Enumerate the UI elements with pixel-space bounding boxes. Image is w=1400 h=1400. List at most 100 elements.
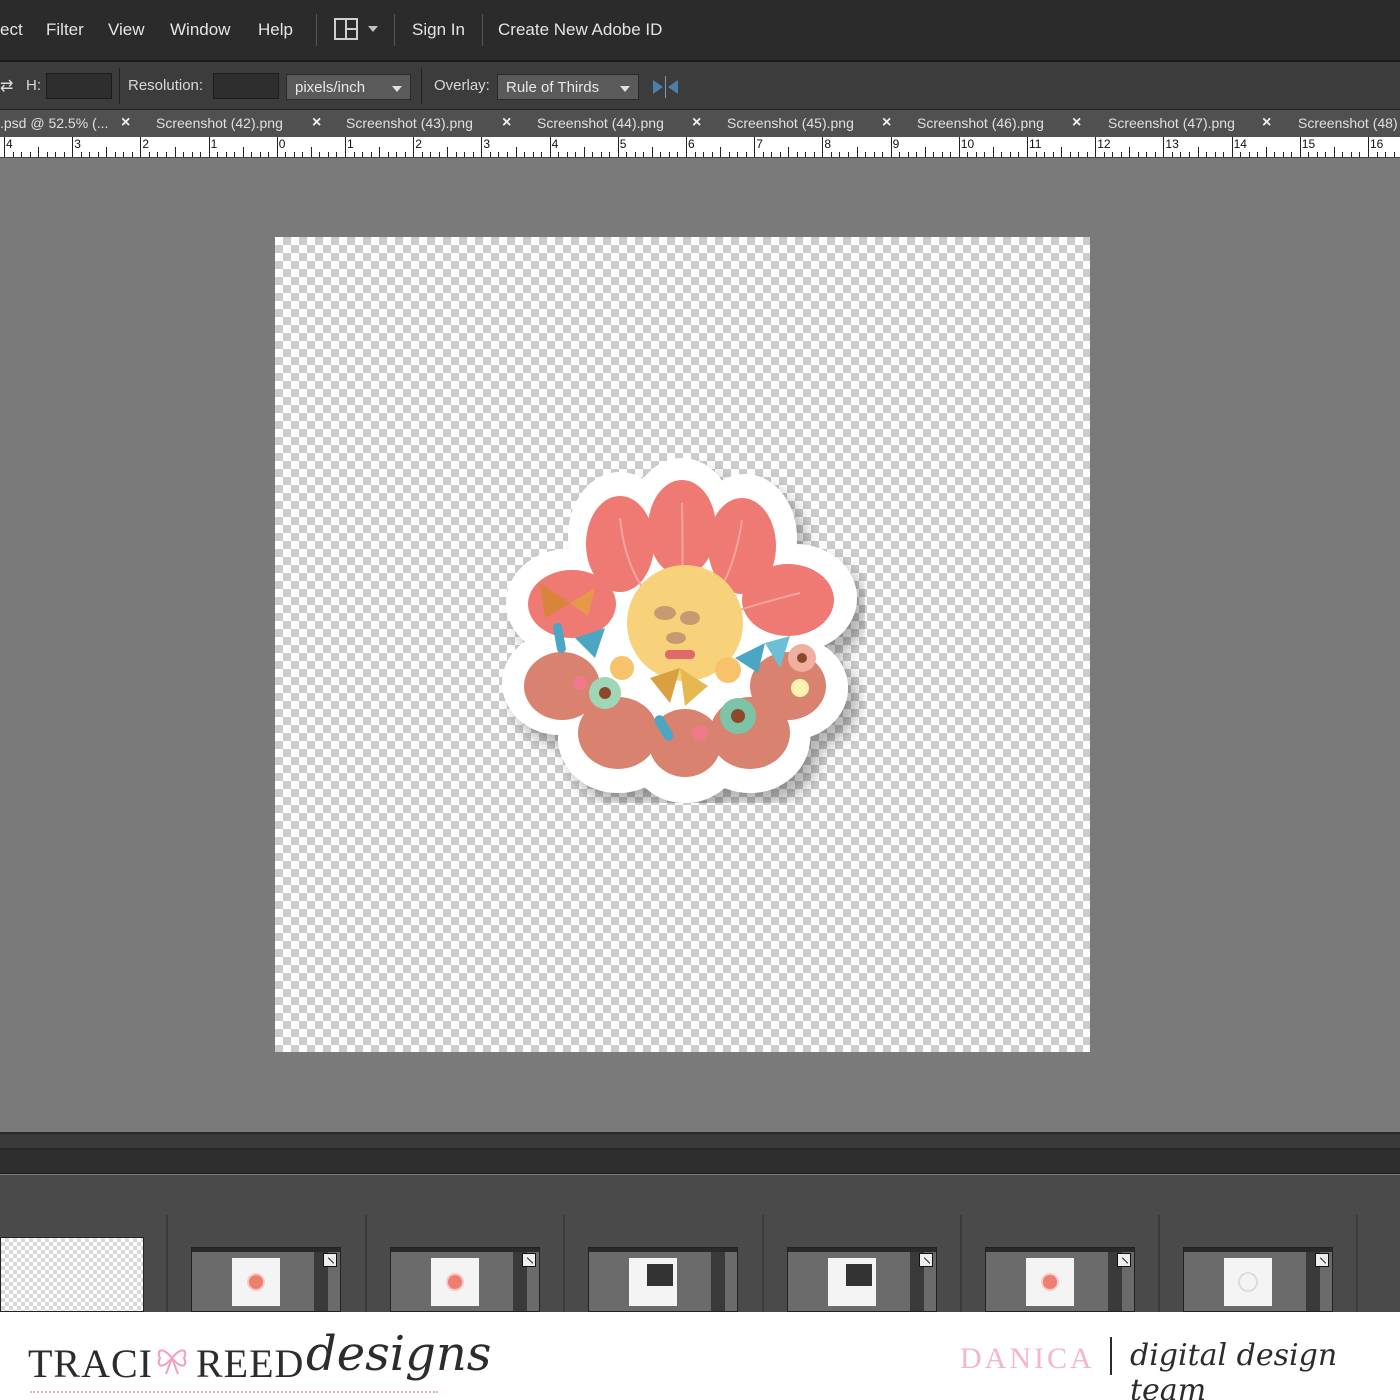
ruler-minor-tick xyxy=(532,152,534,157)
ruler-label: 4 xyxy=(6,137,13,151)
ruler-minor-tick xyxy=(259,152,261,157)
ruler-minor-tick xyxy=(89,152,91,157)
tab-label: Screenshot (48) xyxy=(1298,115,1398,131)
ruler-minor-tick xyxy=(1018,152,1020,157)
tab-document-psd[interactable]: .psd @ 52.5% (... × xyxy=(0,110,141,137)
ruler-minor-tick xyxy=(1214,152,1216,157)
ruler-minor-tick xyxy=(1146,152,1148,157)
ruler-minor-tick xyxy=(251,152,253,157)
tab-screenshot-46[interactable]: Screenshot (46).png × xyxy=(917,110,1097,137)
ruler-minor-tick xyxy=(541,152,543,157)
ruler-major-tick xyxy=(276,137,278,157)
flip-crop-icon[interactable] xyxy=(653,76,679,98)
close-icon[interactable]: × xyxy=(1262,114,1271,132)
flower-sticker-artwork[interactable] xyxy=(500,458,865,803)
close-icon[interactable]: × xyxy=(1072,114,1081,132)
bin-thumbnail[interactable] xyxy=(985,1247,1135,1312)
tab-label: Screenshot (47).png xyxy=(1108,115,1235,131)
resolution-units-value: pixels/inch xyxy=(295,79,366,96)
branding-footer: TRACI REED designs DANICA digital design… xyxy=(0,1312,1400,1400)
ruler-minor-tick xyxy=(165,152,167,157)
ruler-minor-tick xyxy=(882,152,884,157)
ruler-minor-tick xyxy=(319,152,321,157)
horizontal-ruler[interactable]: 4 3 2 1 0 1 2 3 4 5 6 7 8 9 10 11 12 13 14 15 16 xyxy=(0,137,1400,158)
ruler-minor-tick xyxy=(1248,152,1250,157)
flower-icon xyxy=(1043,1275,1057,1289)
tab-screenshot-44[interactable]: Screenshot (44).png × xyxy=(537,110,717,137)
team-label: digital design team xyxy=(1130,1338,1338,1400)
overlay-select[interactable]: Rule of Thirds xyxy=(497,74,639,100)
close-icon[interactable]: × xyxy=(121,114,130,132)
expand-icon xyxy=(919,1253,933,1267)
close-icon[interactable]: × xyxy=(882,114,891,132)
menu-view[interactable]: View xyxy=(108,20,145,40)
tab-screenshot-47[interactable]: Screenshot (47).png × xyxy=(1108,110,1288,137)
resolution-units-select[interactable]: pixels/inch xyxy=(286,74,411,100)
ruler-minor-tick xyxy=(302,152,304,157)
tab-screenshot-45[interactable]: Screenshot (45).png × xyxy=(727,110,907,137)
ruler-label: 5 xyxy=(619,137,627,151)
ruler-minor-tick xyxy=(847,152,849,157)
close-icon[interactable]: × xyxy=(692,114,701,132)
ruler-major-tick xyxy=(4,137,5,157)
ruler-minor-tick xyxy=(1257,152,1259,157)
bin-thumbnail[interactable] xyxy=(1183,1247,1333,1312)
ruler-minor-tick xyxy=(907,152,909,157)
height-field[interactable] xyxy=(46,73,112,99)
swap-dimensions-icon[interactable]: ⇄ xyxy=(0,76,13,96)
workspace-layout-button[interactable] xyxy=(334,18,382,44)
tab-screenshot-48[interactable]: Screenshot (48) xyxy=(1298,110,1400,137)
ruler-minor-tick xyxy=(12,152,14,157)
tab-screenshot-42[interactable]: Screenshot (42).png × xyxy=(156,110,336,137)
close-icon[interactable]: × xyxy=(312,114,321,132)
ruler-major-tick xyxy=(754,137,756,157)
menu-window[interactable]: Window xyxy=(170,20,230,40)
ruler-minor-tick xyxy=(941,152,943,157)
resolution-field[interactable] xyxy=(213,73,279,99)
sign-in-link[interactable]: Sign In xyxy=(412,20,465,40)
bin-thumbnail[interactable] xyxy=(191,1247,341,1312)
close-icon[interactable]: × xyxy=(502,114,511,132)
thumb-dialog xyxy=(647,1264,673,1286)
ruler-minor-tick xyxy=(293,152,295,157)
chevron-down-icon xyxy=(392,86,402,92)
panel-divider[interactable] xyxy=(0,1132,1400,1150)
tab-screenshot-43[interactable]: Screenshot (43).png × xyxy=(346,110,526,137)
ruler-minor-tick xyxy=(1086,152,1088,157)
height-label: H: xyxy=(26,77,41,94)
ruler-minor-tick xyxy=(575,152,577,157)
ruler-label: 4 xyxy=(551,137,559,151)
bin-thumbnail[interactable] xyxy=(588,1247,738,1312)
ruler-minor-tick xyxy=(1393,152,1395,157)
flip-mid-line xyxy=(665,76,666,98)
ruler-minor-tick xyxy=(421,152,423,157)
menu-help[interactable]: Help xyxy=(258,20,293,40)
ruler-minor-tick xyxy=(1359,152,1361,157)
ruler-minor-tick xyxy=(489,152,491,157)
menu-filter[interactable]: Filter xyxy=(46,20,84,40)
ruler-minor-tick xyxy=(464,152,466,157)
ruler-minor-tick xyxy=(1385,152,1387,157)
ruler-minor-tick xyxy=(839,152,841,157)
ruler-major-tick xyxy=(1231,137,1233,157)
overlay-value: Rule of Thirds xyxy=(506,79,600,96)
ring-icon xyxy=(1238,1272,1258,1292)
ruler-minor-tick xyxy=(268,152,270,157)
bin-thumbnail[interactable] xyxy=(787,1247,937,1312)
menu-select[interactable]: ect xyxy=(0,20,23,40)
bin-thumbnail[interactable] xyxy=(390,1247,540,1312)
ruler-minor-tick xyxy=(1333,147,1335,157)
ruler-major-tick xyxy=(617,137,619,157)
ruler-minor-tick xyxy=(234,152,236,157)
bin-slot-divider xyxy=(166,1215,168,1312)
ruler-label: 16 xyxy=(1370,137,1384,151)
thumb-doc xyxy=(431,1258,479,1306)
bin-thumbnail[interactable] xyxy=(0,1237,144,1312)
create-adobe-id-link[interactable]: Create New Adobe ID xyxy=(498,20,662,40)
ruler-minor-tick xyxy=(771,152,773,157)
designer-name: DANICA xyxy=(960,1342,1095,1375)
ruler-minor-tick xyxy=(498,152,500,157)
brand-name-second: REED xyxy=(196,1341,305,1386)
ruler-minor-tick xyxy=(191,152,193,157)
ruler-minor-tick xyxy=(779,152,781,157)
